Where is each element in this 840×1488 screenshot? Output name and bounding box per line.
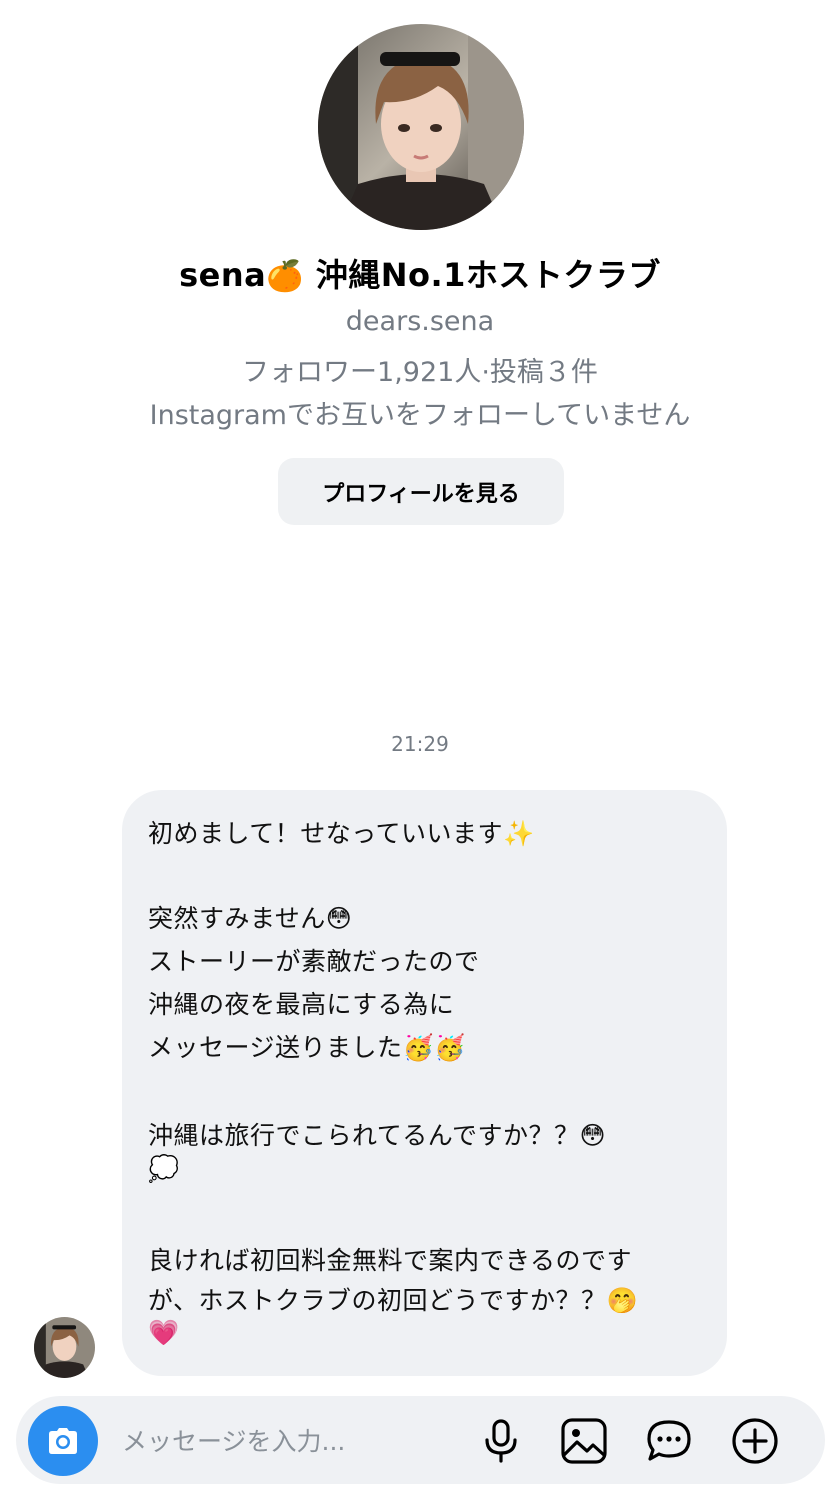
message-line: ストーリーが素敵だったので xyxy=(148,947,480,976)
profile-username: dears.sena xyxy=(345,306,495,337)
profile-name-suffix: 沖縄No.1ホストクラブ xyxy=(315,256,661,294)
profile-name: sena🍊 沖縄No.1ホストクラブ xyxy=(0,250,840,296)
camera-button[interactable] xyxy=(28,1406,98,1476)
follow-status: Instagramでお互いをフォローしていません xyxy=(149,400,691,431)
add-button[interactable] xyxy=(730,1416,780,1466)
avatar-photo xyxy=(318,24,524,230)
camera-icon xyxy=(49,1428,77,1454)
profile-stats: フォロワー1,921人·投稿３件 xyxy=(242,357,598,388)
image-icon xyxy=(561,1418,607,1464)
gallery-button[interactable] xyxy=(559,1416,609,1466)
plus-circle-icon xyxy=(732,1418,778,1464)
message-line: 良ければ初回料金無料で案内できるのです xyxy=(148,1246,633,1275)
avatar-photo-small xyxy=(34,1317,95,1378)
message-composer xyxy=(16,1396,825,1484)
profile-avatar[interactable] xyxy=(318,24,524,230)
microphone-button[interactable] xyxy=(476,1416,526,1466)
message-line: 沖縄は旅行でこられてるんですか？？😳 xyxy=(148,1121,607,1150)
message-input[interactable] xyxy=(120,1416,454,1466)
message-line: 初めまして！せなっていいます✨ xyxy=(148,819,535,848)
heart-emoji-icon: 💗 xyxy=(148,1318,180,1347)
message-line: 突然すみません😳 xyxy=(148,904,353,933)
message-bubble[interactable]: 初めまして！せなっていいます✨ 突然すみません😳 ストーリーが素敵だったので 沖… xyxy=(122,790,727,1376)
profile-name-text: sena xyxy=(179,256,267,294)
message-timestamp: 21:29 xyxy=(391,732,449,756)
microphone-icon xyxy=(485,1419,517,1463)
thought-bubble-emoji-icon: 💭 xyxy=(148,1154,180,1183)
orange-emoji-icon: 🍊 xyxy=(266,259,305,294)
message-line: が、ホストクラブの初回どうですか？？🤭 xyxy=(148,1286,639,1315)
message-line: 沖縄の夜を最高にする為に xyxy=(148,990,455,1019)
view-profile-button[interactable]: プロフィールを見る xyxy=(278,458,564,525)
sticker-button[interactable] xyxy=(644,1416,694,1466)
message-line: メッセージ送りました🥳🥳 xyxy=(148,1033,466,1062)
chat-bubble-icon xyxy=(647,1420,691,1461)
sender-avatar[interactable] xyxy=(34,1317,95,1378)
